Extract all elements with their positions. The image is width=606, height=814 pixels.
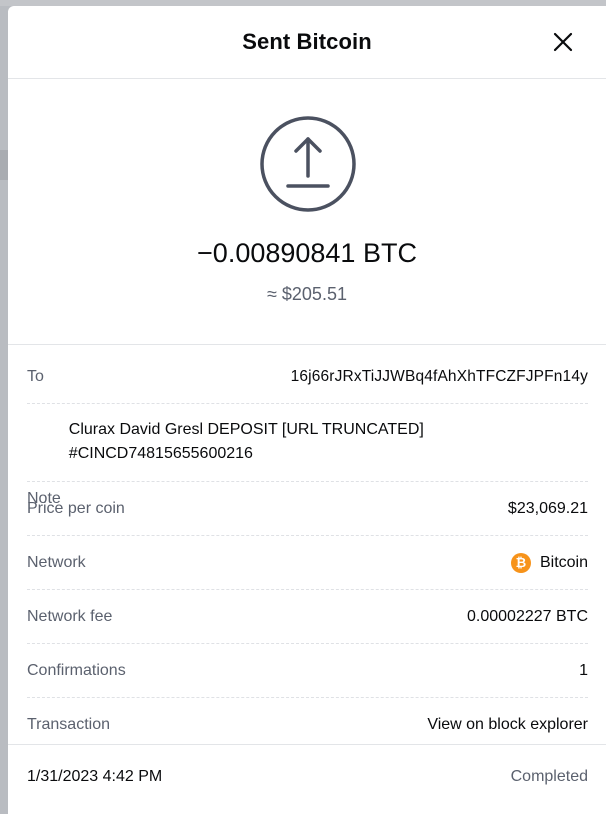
fiat-amount: ≈ $205.51 bbox=[267, 284, 347, 304]
note-text: Clurax David Gresl DEPOSIT [URL TRUNCATE… bbox=[68, 421, 424, 462]
modal-title: Sent Bitcoin bbox=[242, 29, 372, 54]
close-button[interactable] bbox=[550, 29, 576, 55]
network-name: Bitcoin bbox=[539, 553, 588, 571]
fee-value: 0.00002227 BTC bbox=[467, 607, 588, 625]
to-label: To bbox=[27, 368, 44, 385]
transaction-summary bbox=[8, 79, 606, 345]
network-label: Network bbox=[27, 553, 86, 571]
fee-label: Network fee bbox=[27, 607, 113, 625]
price-value: $23,069.21 bbox=[507, 499, 588, 517]
detail-row-confirmations: Confirmations 1 bbox=[27, 644, 588, 698]
upload-arrow-icon bbox=[260, 116, 356, 212]
sent-amount: −0.00890841 BTC bbox=[197, 238, 417, 268]
status-text: Completed bbox=[510, 768, 588, 785]
detail-row-fee: Network fee 0.00002227 BTC bbox=[27, 590, 588, 644]
detail-row-network: Network ₿ Bitcoin bbox=[27, 536, 588, 590]
price-label: Price per coin bbox=[27, 499, 125, 517]
block-explorer-link[interactable]: View on block explorer bbox=[427, 716, 588, 734]
confirmations-value: 1 bbox=[579, 661, 588, 679]
transaction-date: 1/31/2023 4:42 PM bbox=[27, 768, 163, 785]
network-value: ₿ Bitcoin bbox=[510, 552, 588, 573]
modal-footer: 1/31/2023 4:42 PM Completed bbox=[8, 744, 606, 814]
transaction-details: To 16j66rJRxTiJJWBq4fAhXhTFCZFJPFn14y No… bbox=[27, 351, 588, 751]
recipient-address: 16j66rJRxTiJJWBq4fAhXhTFCZFJPFn14y bbox=[290, 368, 588, 385]
modal-header: Sent Bitcoin bbox=[8, 6, 606, 79]
detail-row-note: Note Clurax David Gresl DEPOSIT [URL TRU… bbox=[27, 404, 588, 507]
close-icon bbox=[553, 32, 573, 52]
transaction-modal: Sent Bitcoin To 16j66rJRxTiJJWBq4fAhXhTF… bbox=[8, 6, 606, 814]
detail-row-to: To 16j66rJRxTiJJWBq4fAhXhTFCZFJPFn14y bbox=[27, 351, 588, 404]
confirmations-label: Confirmations bbox=[27, 661, 126, 679]
transaction-label: Transaction bbox=[27, 715, 110, 733]
bitcoin-icon: ₿ bbox=[510, 552, 531, 573]
